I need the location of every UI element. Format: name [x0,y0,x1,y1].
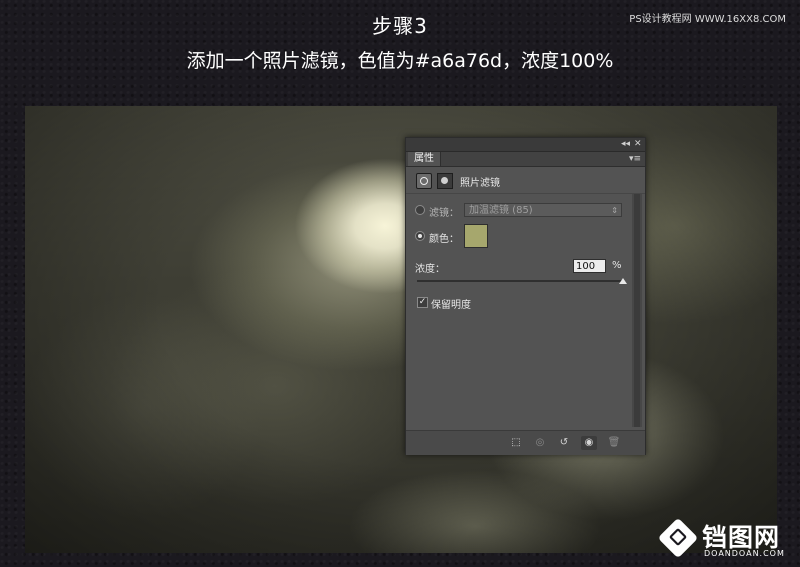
delete-icon[interactable]: 🗑 [606,436,622,450]
density-slider-thumb[interactable] [619,278,627,284]
panel-tab-row: 属性 ▾≡ [406,152,645,167]
filter-select[interactable]: 加温滤镜 (85) ⇕ [464,203,622,217]
panel-footer: ⬚ ◎ ↺ ◉ 🗑 [406,430,645,455]
scrollbar-thumb[interactable] [634,194,640,427]
step-description: 添加一个照片滤镜，色值为#a6a76d，浓度100% [186,50,614,72]
tutorial-header: 步骤3 添加一个照片滤镜，色值为#a6a76d，浓度100% PS设计教程网 W… [0,0,800,95]
density-unit: % [612,260,622,271]
logo-subtext: DOANDOAN.COM [704,549,785,558]
layer-mask-icon[interactable] [437,173,453,189]
panel-scrollbar[interactable] [632,194,642,427]
adjustment-name: 照片滤镜 [460,178,500,189]
site-logo: 铛图网 DOANDOAN.COM [650,516,795,562]
clip-to-layer-icon[interactable]: ⬚ [508,436,524,450]
density-slider-track[interactable] [417,280,623,282]
color-label: 颜色： [429,234,459,245]
visibility-icon[interactable]: ◉ [581,436,597,450]
canvas-photo [25,106,777,553]
panel-menu-icon[interactable]: ▾≡ [629,152,641,166]
adjustment-header: 照片滤镜 [406,167,645,194]
filter-radio[interactable] [415,205,425,215]
view-previous-icon[interactable]: ◎ [532,436,548,450]
density-label: 浓度： [415,264,445,275]
density-input[interactable]: 100 [573,259,606,273]
close-icon[interactable]: ✕ [634,138,642,151]
properties-panel: ◂◂ ✕ 属性 ▾≡ 照片滤镜 滤镜： 加温滤镜 (85) ⇕ 颜色： 浓度： … [405,137,646,455]
tab-properties[interactable]: 属性 [408,152,441,166]
photo-filter-adjustment-icon[interactable] [416,173,432,189]
collapse-icon[interactable]: ◂◂ [621,138,630,151]
preserve-luminosity-checkbox[interactable]: ✓ [417,297,428,308]
panel-title-bar[interactable]: ◂◂ ✕ [406,138,645,152]
preserve-luminosity-label: 保留明度 [431,300,471,311]
filter-label: 滤镜： [429,208,459,219]
select-arrows-icon: ⇕ [611,206,618,215]
logo-mark-icon [657,517,699,559]
site-watermark: PS设计教程网 WWW.16XX8.COM [629,14,786,25]
photo-vignette [25,106,777,553]
color-swatch[interactable] [464,224,488,248]
reset-icon[interactable]: ↺ [556,436,572,450]
filter-select-value: 加温滤镜 (85) [469,205,533,216]
color-radio[interactable] [415,231,425,241]
